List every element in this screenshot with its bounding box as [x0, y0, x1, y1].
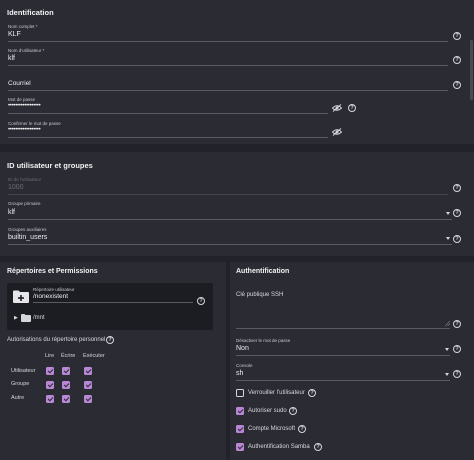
- chevron-right-icon[interactable]: ▶: [14, 315, 18, 321]
- help-icon[interactable]: ?: [298, 425, 306, 433]
- folder-add-icon[interactable]: [13, 290, 29, 303]
- row-other: Autre: [11, 395, 25, 401]
- perm-other-write-checkbox[interactable]: [62, 395, 70, 403]
- help-icon[interactable]: ?: [308, 389, 316, 397]
- perm-other-read-checkbox[interactable]: [46, 395, 54, 403]
- directories-title: Répertoires et Permissions: [7, 268, 98, 275]
- email-underline: [8, 90, 448, 91]
- shell-select[interactable]: sh: [236, 370, 243, 377]
- perm-title: Autorisations du répertoire personnel: [7, 337, 106, 343]
- perm-user-write-checkbox[interactable]: [62, 367, 70, 375]
- uid-input: 1000: [8, 184, 24, 191]
- home-directory-input[interactable]: /nonexistent: [33, 293, 68, 300]
- microsoft-account-label: Compte Microsoft: [248, 426, 296, 432]
- perm-user-read-checkbox[interactable]: [46, 367, 54, 375]
- microsoft-account-checkbox[interactable]: [236, 425, 244, 433]
- resize-handle-icon[interactable]: [445, 321, 450, 326]
- primary-group-select[interactable]: klf: [8, 209, 15, 216]
- shell-underline: [236, 380, 450, 381]
- help-icon[interactable]: ?: [289, 407, 297, 415]
- caret-down-icon[interactable]: [445, 373, 449, 376]
- help-icon[interactable]: ?: [453, 32, 461, 40]
- help-icon[interactable]: ?: [453, 320, 461, 328]
- row-user: Utilisateur: [11, 368, 36, 374]
- ssh-key-label: Clé publique SSH: [236, 292, 284, 298]
- ids-title: ID utilisateur et groupes: [7, 161, 93, 170]
- help-icon[interactable]: ?: [197, 297, 205, 305]
- identification-title: Identification: [7, 8, 54, 17]
- help-icon[interactable]: ?: [453, 56, 461, 64]
- auth-title: Authentification: [236, 268, 290, 275]
- eye-off-icon[interactable]: [332, 128, 342, 136]
- help-icon[interactable]: ?: [348, 104, 356, 112]
- email-input[interactable]: Courriel: [8, 80, 31, 87]
- identification-card: [0, 0, 474, 144]
- sudo-checkbox[interactable]: [236, 407, 244, 415]
- lock-user-checkbox[interactable]: [236, 389, 244, 397]
- perm-user-exec-checkbox[interactable]: [84, 367, 92, 375]
- caret-down-icon[interactable]: [446, 237, 450, 240]
- username-label: Nom d'utilisateur *: [8, 48, 45, 53]
- help-icon[interactable]: ?: [453, 184, 461, 192]
- username-underline: [8, 65, 448, 66]
- full-name-label: Nom complet *: [8, 24, 38, 29]
- col-write: Écrire: [61, 353, 76, 359]
- perm-group-read-checkbox[interactable]: [46, 381, 54, 389]
- aux-groups-select[interactable]: builtin_users: [8, 234, 47, 241]
- password-label: Mot de passe: [8, 97, 36, 102]
- shell-label: Console: [236, 363, 253, 368]
- tree-item-mnt[interactable]: /mnt: [33, 315, 45, 321]
- disable-password-select[interactable]: Non: [236, 345, 249, 352]
- uid-underline: [8, 194, 448, 195]
- help-icon[interactable]: ?: [453, 235, 461, 243]
- samba-label: Authentification Samba: [248, 444, 310, 450]
- eye-off-icon[interactable]: [332, 104, 342, 112]
- scrollbar[interactable]: [470, 40, 473, 100]
- disable-password-underline: [236, 355, 450, 356]
- username-input[interactable]: klf: [8, 55, 15, 62]
- col-read: Lire: [45, 353, 55, 359]
- caret-down-icon[interactable]: [446, 212, 450, 215]
- help-icon[interactable]: ?: [106, 336, 114, 344]
- perm-group-exec-checkbox[interactable]: [84, 381, 92, 389]
- confirm-password-underline: [8, 137, 328, 138]
- help-icon[interactable]: ?: [453, 209, 461, 217]
- primary-group-underline: [8, 219, 452, 220]
- home-directory-label: Répertoire utilisateur: [33, 287, 75, 292]
- help-icon[interactable]: ?: [314, 443, 322, 451]
- perm-group-write-checkbox[interactable]: [62, 381, 70, 389]
- aux-groups-label: Groupes auxiliaires: [8, 227, 47, 232]
- samba-checkbox[interactable]: [236, 443, 244, 451]
- home-directory-underline: [33, 302, 193, 303]
- help-icon[interactable]: ?: [453, 81, 461, 89]
- password-input[interactable]: ••••••••••••••••••: [8, 103, 41, 109]
- password-underline: [8, 113, 328, 114]
- primary-group-label: Groupe primaire: [8, 201, 41, 206]
- disable-password-label: Désactiver le mot de passe: [236, 338, 291, 343]
- help-icon[interactable]: ?: [453, 370, 461, 378]
- confirm-password-label: Confirmer le mot de passe: [8, 121, 61, 126]
- caret-down-icon[interactable]: [445, 348, 449, 351]
- lock-user-label: Verrouiller l'utilisateur: [248, 390, 305, 396]
- perm-other-exec-checkbox[interactable]: [84, 395, 92, 403]
- sudo-label: Autoriser sudo: [248, 408, 287, 414]
- uid-label: ID de l'utilisateur: [8, 177, 42, 182]
- col-exec: Exécuter: [83, 353, 105, 359]
- full-name-input[interactable]: KLF: [8, 31, 21, 38]
- full-name-underline: [8, 41, 448, 42]
- row-group: Groupe: [11, 381, 30, 387]
- folder-icon: [21, 314, 31, 322]
- aux-groups-underline: [8, 244, 452, 245]
- ssh-key-textarea[interactable]: [236, 328, 450, 329]
- confirm-password-input[interactable]: ••••••••••••••••••: [8, 127, 41, 133]
- help-icon[interactable]: ?: [453, 345, 461, 353]
